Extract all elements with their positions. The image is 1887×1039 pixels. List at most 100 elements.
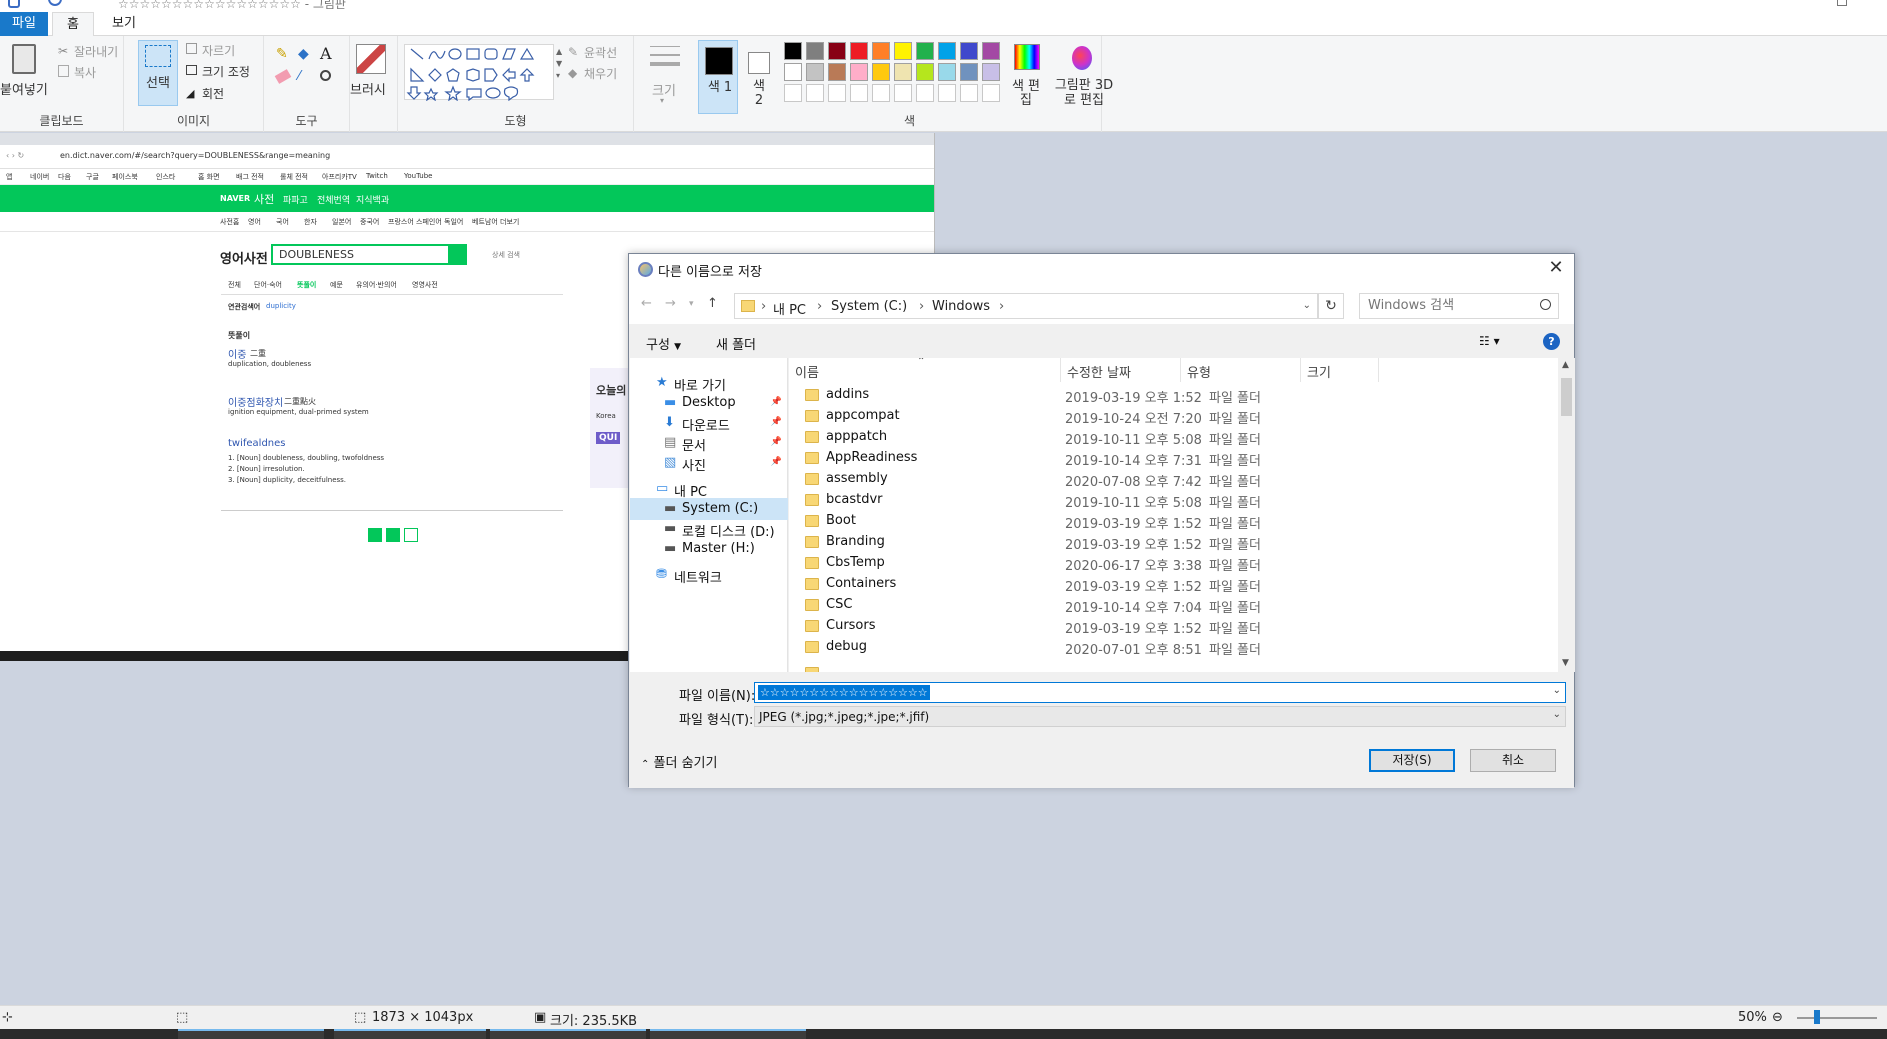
restore-window-icon[interactable] bbox=[1837, 0, 1847, 6]
forward-arrow-icon[interactable]: → bbox=[665, 296, 676, 311]
list-item[interactable]: Branding 2019-03-19 오후 1:52 파일 폴더 bbox=[789, 532, 1539, 553]
list-item[interactable] bbox=[789, 663, 1539, 672]
list-item[interactable]: CSC 2019-10-14 오후 7:04 파일 폴더 bbox=[789, 595, 1539, 616]
select-button[interactable]: 선택 bbox=[138, 40, 178, 106]
custom-color-slot[interactable] bbox=[916, 84, 934, 102]
custom-color-slot[interactable] bbox=[850, 84, 868, 102]
organize-button[interactable]: 구성 ▼ bbox=[646, 334, 681, 353]
custom-color-slot[interactable] bbox=[806, 84, 824, 102]
magnifier-icon[interactable] bbox=[320, 70, 331, 81]
cut-button[interactable]: 잘라내기 bbox=[74, 43, 118, 60]
column-header[interactable]: 수정한 날짜 bbox=[1061, 358, 1181, 382]
pencil-icon[interactable]: ✎ bbox=[276, 46, 288, 62]
address-dropdown-icon[interactable]: ⌄ bbox=[1303, 300, 1311, 311]
copy-button[interactable]: 복사 bbox=[74, 64, 96, 81]
crop-button[interactable]: 자르기 bbox=[202, 42, 235, 59]
shapes-scroll-icon[interactable]: ▲ ▼ ▾ bbox=[556, 46, 562, 82]
color-swatch[interactable] bbox=[982, 63, 1000, 81]
column-header[interactable]: 크기 bbox=[1301, 358, 1379, 382]
color-swatch[interactable] bbox=[916, 42, 934, 60]
zoom-out-icon[interactable]: ⊖ bbox=[1772, 1010, 1783, 1025]
up-arrow-icon[interactable]: ↑ bbox=[707, 296, 718, 311]
help-icon[interactable]: ? bbox=[1543, 333, 1560, 350]
list-item[interactable]: Cursors 2019-03-19 오후 1:52 파일 폴더 bbox=[789, 616, 1539, 637]
nav-item[interactable]: ⬇ 다운로드 📌 bbox=[630, 412, 788, 434]
color-swatch[interactable] bbox=[938, 63, 956, 81]
color-swatch[interactable] bbox=[894, 42, 912, 60]
custom-color-slot[interactable] bbox=[960, 84, 978, 102]
undo-quick-icon[interactable] bbox=[48, 0, 62, 6]
color-swatch[interactable] bbox=[960, 42, 978, 60]
crumb-windows[interactable]: Windows bbox=[932, 299, 990, 314]
brush-icon[interactable] bbox=[356, 44, 386, 74]
color-swatch[interactable] bbox=[960, 63, 978, 81]
brush-button[interactable]: 브러시 bbox=[350, 79, 386, 98]
fill-shape-button[interactable]: 채우기 bbox=[584, 65, 617, 82]
recent-dropdown-icon[interactable]: ▾ bbox=[689, 299, 694, 309]
filename-value[interactable]: ☆☆☆☆☆☆☆☆☆☆☆☆☆☆☆☆☆ bbox=[758, 685, 930, 700]
color-swatch[interactable] bbox=[828, 63, 846, 81]
color-picker-icon[interactable]: ⁄ bbox=[298, 69, 300, 84]
color-swatch[interactable] bbox=[916, 63, 934, 81]
nav-item[interactable]: ▭ 내 PC bbox=[630, 478, 788, 500]
filetype-dropdown-icon[interactable]: ⌄ bbox=[1553, 709, 1561, 720]
color-swatch[interactable] bbox=[872, 42, 890, 60]
custom-color-slot[interactable] bbox=[784, 84, 802, 102]
column-header[interactable]: 이름 ⌃ bbox=[789, 358, 1061, 382]
crumb-this-pc[interactable]: 내 PC bbox=[773, 299, 806, 318]
outline-button[interactable]: 윤곽선 bbox=[584, 44, 617, 61]
resize-button[interactable]: 크기 조정 bbox=[202, 63, 250, 80]
cancel-button[interactable]: 취소 bbox=[1470, 749, 1556, 772]
filename-dropdown-icon[interactable]: ⌄ bbox=[1553, 685, 1561, 696]
list-item[interactable]: AppReadiness 2019-10-14 오후 7:31 파일 폴더 bbox=[789, 448, 1539, 469]
view-options-icon[interactable]: ☷ ▾ bbox=[1479, 334, 1500, 348]
close-icon[interactable]: ✕ bbox=[1546, 258, 1566, 278]
nav-item[interactable]: ▬ Master (H:) bbox=[630, 538, 788, 560]
column-header[interactable]: 유형 bbox=[1181, 358, 1301, 382]
color-swatch[interactable] bbox=[850, 42, 868, 60]
nav-item[interactable]: ★ 바로 가기 bbox=[630, 372, 788, 394]
crumb-system-c[interactable]: System (C:) bbox=[831, 299, 907, 314]
color-swatch[interactable] bbox=[872, 63, 890, 81]
file-list-scrollbar[interactable]: ▲ ▼ bbox=[1558, 358, 1575, 672]
hide-folders-button[interactable]: ⌃ 폴더 숨기기 bbox=[641, 752, 717, 771]
color-swatch[interactable] bbox=[894, 63, 912, 81]
save-quick-icon[interactable] bbox=[8, 0, 20, 8]
text-icon[interactable]: A bbox=[320, 44, 332, 63]
nav-item[interactable]: ⛃ 네트워크 bbox=[630, 564, 788, 586]
back-arrow-icon[interactable]: ← bbox=[641, 296, 652, 311]
paint3d-icon[interactable] bbox=[1072, 46, 1092, 70]
list-item[interactable]: debug 2020-07-01 오후 8:51 파일 폴더 bbox=[789, 637, 1539, 658]
nav-item[interactable]: ▬ 로컬 디스크 (D:) bbox=[630, 518, 788, 540]
list-item[interactable]: Containers 2019-03-19 오후 1:52 파일 폴더 bbox=[789, 574, 1539, 595]
tab-view[interactable]: 보기 bbox=[98, 12, 150, 36]
scroll-up-icon[interactable]: ▲ bbox=[1562, 360, 1569, 370]
search-box[interactable] bbox=[1359, 293, 1559, 319]
list-item[interactable]: addins 2019-03-19 오후 1:52 파일 폴더 bbox=[789, 385, 1539, 406]
color2-button[interactable]: 색 2 bbox=[742, 40, 774, 114]
filetype-select[interactable]: JPEG (*.jpg;*.jpeg;*.jpe;*.jfif) ⌄ bbox=[754, 706, 1566, 727]
zoom-slider-thumb[interactable] bbox=[1814, 1010, 1820, 1024]
paint3d-button[interactable]: 그림판 3D로 편집 bbox=[1054, 78, 1114, 108]
color-swatch[interactable] bbox=[938, 42, 956, 60]
search-icon[interactable] bbox=[1540, 299, 1551, 310]
rotate-button[interactable]: 회전 bbox=[202, 85, 224, 102]
filename-input[interactable]: ☆☆☆☆☆☆☆☆☆☆☆☆☆☆☆☆☆ ⌄ bbox=[754, 682, 1566, 703]
zoom-slider[interactable] bbox=[1797, 1017, 1877, 1019]
custom-color-slot[interactable] bbox=[982, 84, 1000, 102]
custom-color-slot[interactable] bbox=[872, 84, 890, 102]
list-item[interactable]: apppatch 2019-10-11 오후 5:08 파일 폴더 bbox=[789, 427, 1539, 448]
new-folder-button[interactable]: 새 폴더 bbox=[716, 334, 756, 353]
custom-color-slot[interactable] bbox=[828, 84, 846, 102]
refresh-icon[interactable]: ↻ bbox=[1318, 293, 1344, 319]
shapes-gallery[interactable] bbox=[404, 44, 554, 102]
eraser-icon[interactable] bbox=[274, 69, 292, 84]
color-swatch[interactable] bbox=[784, 63, 802, 81]
taskbar-item[interactable] bbox=[650, 1029, 806, 1039]
nav-item[interactable]: ▬ Desktop 📌 bbox=[630, 392, 788, 414]
list-item[interactable]: appcompat 2019-10-24 오전 7:20 파일 폴더 bbox=[789, 406, 1539, 427]
color-swatch[interactable] bbox=[850, 63, 868, 81]
fill-icon[interactable]: ◆ bbox=[298, 46, 309, 62]
list-item[interactable]: Boot 2019-03-19 오후 1:52 파일 폴더 bbox=[789, 511, 1539, 532]
color-swatch[interactable] bbox=[806, 63, 824, 81]
